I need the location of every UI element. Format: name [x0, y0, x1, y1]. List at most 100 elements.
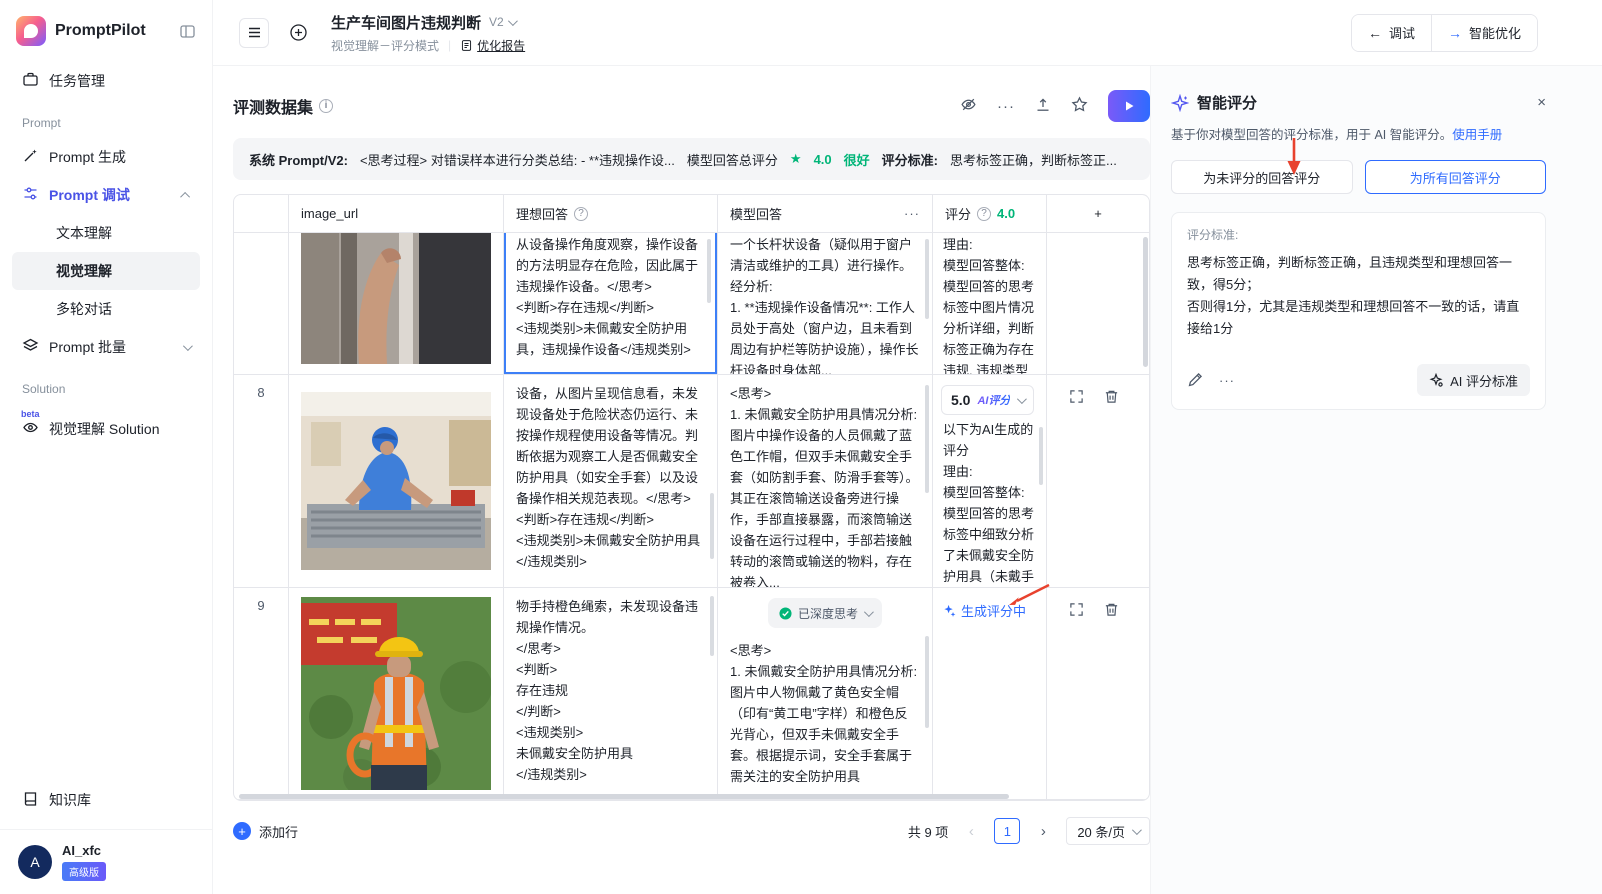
score-dropdown[interactable]: 5.0 AI评分	[941, 385, 1035, 415]
fullscreen-icon[interactable]	[1069, 602, 1084, 617]
system-prompt-label: 系统 Prompt/V2:	[249, 152, 348, 168]
plan-badge: 高级版	[62, 862, 106, 881]
debug-button[interactable]: ← 调试	[1351, 14, 1431, 51]
upload-icon	[1037, 97, 1049, 111]
sidebar-item-label: 文本理解	[56, 225, 112, 241]
version-selector[interactable]: V2	[489, 15, 518, 29]
smart-optimize-button[interactable]: → 智能优化	[1430, 14, 1537, 51]
trash-icon[interactable]	[1104, 389, 1119, 404]
criteria-card: 评分标准: 思考标签正确，判断标签正确，且违规类型和理想回答一致，得5分； 否则…	[1171, 212, 1546, 410]
table-row: 从设备操作角度观察，操作设备的方法明显存在危险，因此属于违规操作设备。</思考>…	[234, 233, 1149, 375]
row-image	[301, 392, 491, 570]
beta-badge: beta	[21, 409, 40, 419]
sliders-icon	[22, 185, 39, 205]
chevron-down-icon	[863, 606, 874, 617]
system-prompt-bar[interactable]: 系统 Prompt/V2: <思考过程> 对错误样本进行分类总结: - **违规…	[233, 138, 1150, 180]
new-task-button[interactable]	[283, 18, 313, 48]
cell-scrollbar[interactable]	[925, 636, 929, 728]
model-answer-cell[interactable]: 一个长杆状设备（疑似用于窗户清洁或维护的工具）进行操作。经分析: 1. **违规…	[718, 233, 933, 374]
more-actions-button[interactable]: ···	[997, 98, 1015, 115]
add-column-button[interactable]: +	[1047, 195, 1149, 232]
user-block[interactable]: A AI_xfc 高级版	[0, 829, 212, 894]
table-horizontal-scrollbar[interactable]	[239, 794, 1009, 799]
row-number: 8	[234, 375, 289, 587]
page-size-select[interactable]: 20 条/页	[1066, 817, 1150, 845]
sidebar-item-multi-turn[interactable]: 多轮对话	[12, 290, 200, 328]
score-cell[interactable]: 理由: 模型回答整体: 模型回答的思考标签中图片情况分析详细，判断标签正确为存在…	[933, 233, 1047, 374]
deep-thinking-badge[interactable]: 已深度思考	[767, 598, 882, 628]
optimize-report-link[interactable]: 优化报告	[460, 37, 525, 54]
cell-scrollbar[interactable]	[925, 385, 929, 493]
table-header: image_url 理想回答 ? 模型回答 ··· 评分 ? 4.0 +	[234, 195, 1149, 233]
chevron-down-icon	[1131, 824, 1142, 835]
sidebar-item-text-understanding[interactable]: 文本理解	[12, 214, 200, 252]
sidebar-item-prompt-debug[interactable]: Prompt 调试	[12, 176, 200, 214]
score-unscored-button[interactable]: 为未评分的回答评分	[1171, 160, 1353, 194]
close-icon[interactable]: ×	[1537, 94, 1546, 111]
content: 评测数据集 i ··· 系统 Prompt/V2: <思考过程> 对错误样本进行…	[213, 66, 1602, 894]
score-cell[interactable]: 生成评分中	[933, 588, 1047, 799]
row-image-cell[interactable]	[289, 588, 504, 799]
ai-criteria-button[interactable]: AI 评分标准	[1417, 364, 1530, 396]
col-model-answer[interactable]: 模型回答 ···	[718, 195, 933, 232]
trash-icon[interactable]	[1104, 602, 1119, 617]
avatar: A	[18, 845, 52, 879]
more-icon[interactable]: ···	[1219, 373, 1235, 388]
app-name: PromptPilot	[55, 22, 146, 39]
ideal-answer-cell[interactable]: 物手持橙色绳索，未发现设备违规操作情况。 </思考> <判断> 存在违规 </判…	[504, 588, 718, 799]
collapse-sidebar-icon[interactable]	[179, 23, 196, 40]
cell-scrollbar[interactable]	[925, 239, 929, 319]
add-row-button[interactable]: + 添加行	[233, 822, 298, 841]
sidebar-item-prompt-batch[interactable]: Prompt 批量	[12, 328, 200, 366]
col-ideal-answer[interactable]: 理想回答 ?	[504, 195, 718, 232]
ideal-answer-cell[interactable]: 设备，从图片呈现信息看，未发现设备处于危险状态仍运行、未按操作规程使用设备等情况…	[504, 375, 718, 587]
manual-link[interactable]: 使用手册	[1452, 128, 1502, 142]
dataset-header: 评测数据集 i ···	[233, 86, 1150, 126]
hide-column-button[interactable]	[960, 96, 977, 116]
current-page[interactable]: 1	[994, 818, 1021, 844]
row-image-cell[interactable]	[289, 375, 504, 587]
question-icon[interactable]: ?	[574, 206, 589, 221]
fullscreen-icon[interactable]	[1069, 389, 1084, 404]
score-all-button[interactable]: 为所有回答评分	[1364, 160, 1546, 194]
model-answer-cell[interactable]: <思考> 1. 未佩戴安全防护用具情况分析: 图片中操作设备的人员佩戴了蓝色工作…	[718, 375, 933, 587]
next-page-button[interactable]: ›	[1030, 818, 1056, 844]
cell-scrollbar[interactable]	[710, 493, 714, 559]
prev-page-button[interactable]: ‹	[958, 818, 984, 844]
question-icon[interactable]: ?	[977, 206, 992, 221]
sidebar-item-visual-understanding[interactable]: 视觉理解	[12, 252, 200, 290]
sidebar-item-vision-solution[interactable]: beta 视觉理解 Solution	[12, 410, 200, 448]
pencil-icon[interactable]	[1187, 372, 1203, 388]
favorite-button[interactable]	[1071, 96, 1088, 116]
criteria-label: 评分标准:	[1187, 228, 1239, 242]
model-answer-cell[interactable]: 已深度思考 <思考> 1. 未佩戴安全防护用具情况分析: 图片中人物佩戴了黄色安…	[718, 588, 933, 799]
sidebar-item-knowledge-base[interactable]: 知识库	[12, 781, 200, 819]
sidebar-item-task-management[interactable]: 任务管理	[12, 62, 200, 100]
sidebar-section-solution: Solution	[22, 382, 66, 396]
info-icon[interactable]: i	[319, 99, 334, 113]
panel-title: 智能评分	[1197, 95, 1258, 112]
dataset-title: 评测数据集	[233, 100, 314, 117]
book-icon	[22, 790, 39, 810]
avg-score: 4.0	[997, 206, 1016, 221]
cell-scrollbar[interactable]	[707, 239, 711, 303]
upload-button[interactable]	[1035, 97, 1051, 116]
ideal-answer-cell[interactable]: 从设备操作角度观察，操作设备的方法明显存在危险，因此属于违规操作设备。</思考>…	[504, 233, 718, 374]
column-more-icon[interactable]: ···	[904, 206, 920, 221]
circle-plus-icon	[289, 24, 307, 41]
sidebar-item-prompt-gen[interactable]: Prompt 生成	[12, 138, 200, 176]
hamburger-menu-button[interactable]	[239, 17, 269, 48]
smart-scoring-panel: 智能评分 × 基于你对模型回答的评分标准，用于 AI 智能评分。使用手册 为未评…	[1150, 66, 1602, 894]
col-score[interactable]: 评分 ? 4.0	[933, 195, 1047, 232]
cell-scrollbar[interactable]	[1039, 427, 1043, 485]
score-cell[interactable]: 5.0 AI评分 以下为AI生成的评分 理由: 模型回答整体: 模型回答的思考标…	[933, 375, 1047, 587]
col-image-url[interactable]: image_url	[289, 195, 504, 232]
overall-score-label: 模型回答总评分	[686, 152, 778, 168]
table-vertical-scrollbar[interactable]	[1143, 237, 1148, 367]
generating-score-link[interactable]: 生成评分中	[933, 588, 1046, 633]
cell-scrollbar[interactable]	[710, 596, 714, 656]
sidebar-item-label: 视觉理解	[56, 263, 112, 279]
row-image-cell[interactable]	[289, 233, 504, 374]
run-button[interactable]	[1108, 90, 1150, 122]
wand-icon	[22, 147, 39, 167]
